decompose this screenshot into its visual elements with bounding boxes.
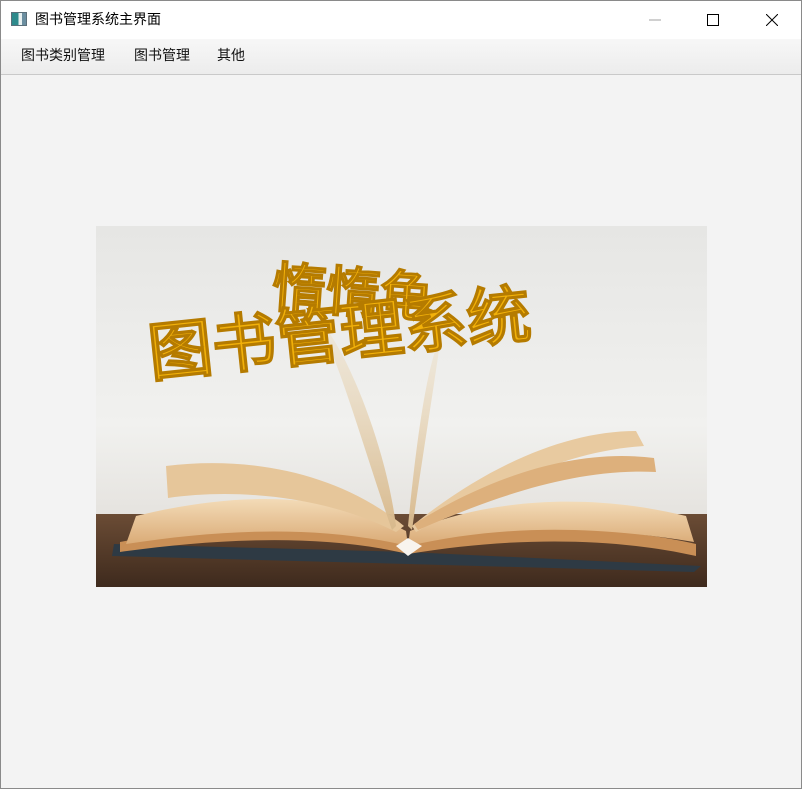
menu-bar: 图书类别管理 图书管理 其他 <box>1 39 801 75</box>
minimize-icon <box>649 19 661 21</box>
maximize-button[interactable] <box>684 1 742 39</box>
title-bar[interactable]: 图书管理系统主界面 <box>1 1 801 39</box>
menu-book-category-management[interactable]: 图书类别管理 <box>21 47 105 65</box>
main-window: 图书管理系统主界面 图书类别管理 图书管理 其他 惰惰龟 图书管理系统 <box>0 0 802 789</box>
menu-other[interactable]: 其他 <box>217 47 245 65</box>
close-button[interactable] <box>743 1 801 39</box>
close-icon <box>766 14 778 26</box>
maximize-icon <box>707 14 719 26</box>
open-book-illustration: 惰惰龟 图书管理系统 <box>96 226 707 587</box>
window-title: 图书管理系统主界面 <box>35 12 161 28</box>
menu-book-management[interactable]: 图书管理 <box>134 47 190 65</box>
minimize-button[interactable] <box>626 1 684 39</box>
app-icon <box>11 12 27 26</box>
banner-image: 惰惰龟 图书管理系统 <box>96 226 707 587</box>
